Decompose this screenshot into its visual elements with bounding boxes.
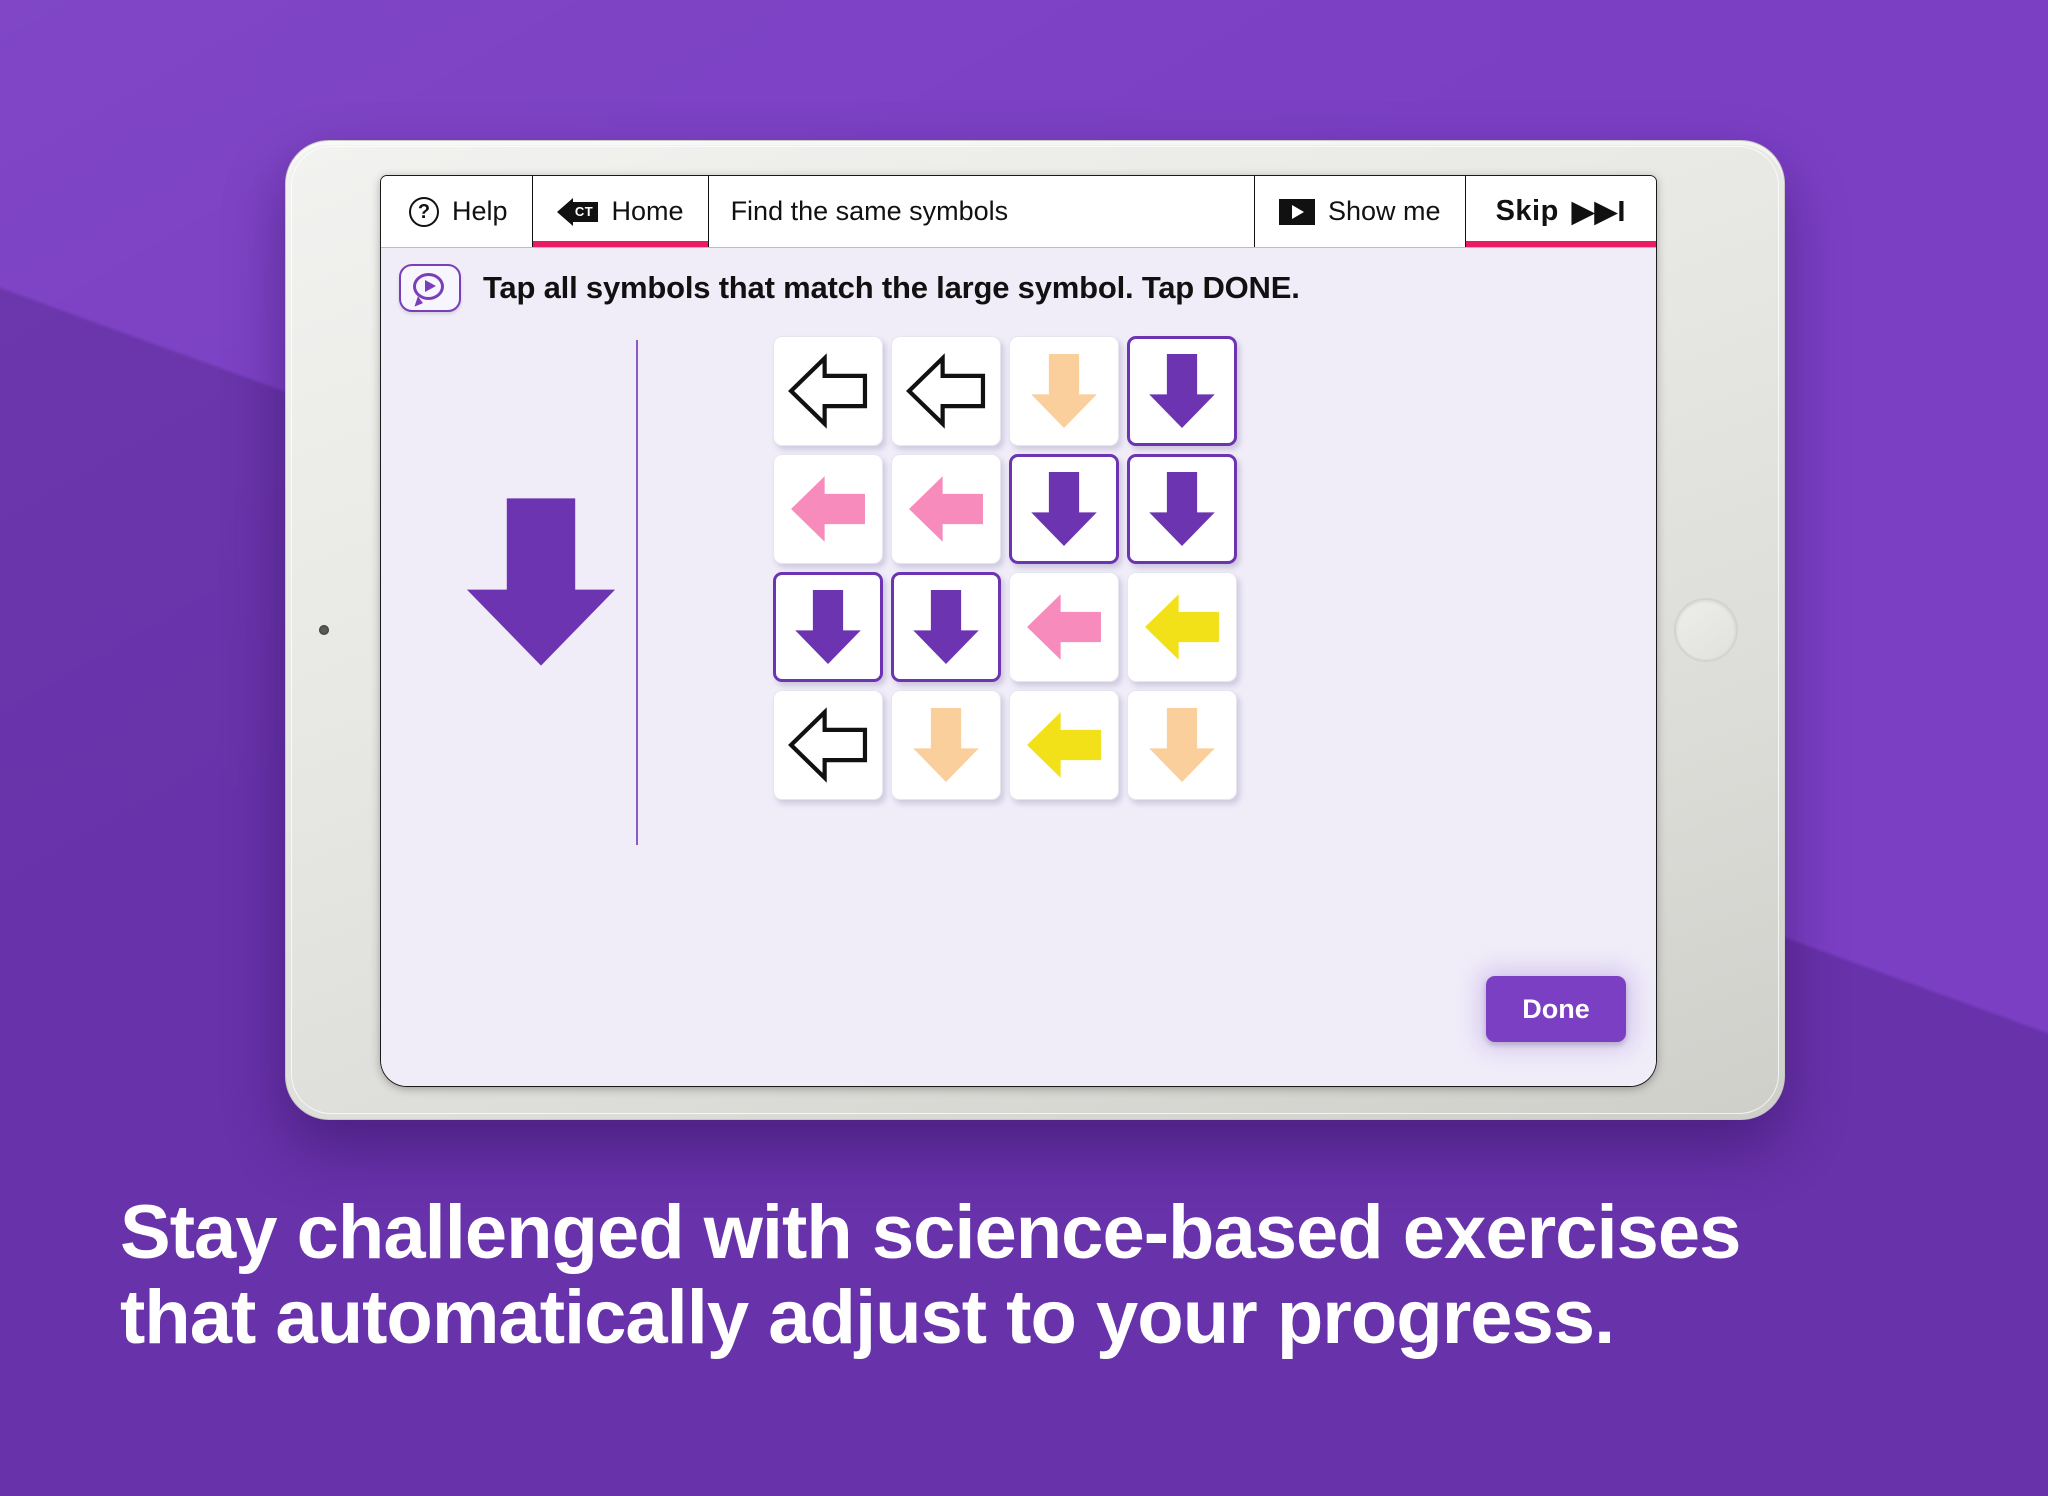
play-icon [1279, 198, 1316, 225]
arrow-left-icon [906, 353, 986, 429]
exercise-stage: Tap all symbols that match the large sym… [381, 248, 1656, 1086]
work-area: Done [381, 322, 1656, 1082]
symbol-tile[interactable] [1009, 572, 1119, 682]
exercise-title-text: Find the same symbols [730, 196, 1009, 226]
arrow-down-icon [1149, 354, 1215, 428]
app-toolbar: ? Help CT Home Find the same symbols Sho… [381, 176, 1656, 248]
symbol-tile[interactable] [1127, 454, 1237, 564]
symbol-tile[interactable] [773, 690, 883, 800]
arrow-down-icon [913, 590, 979, 664]
marketing-caption: Stay challenged with science-based exerc… [120, 1190, 1950, 1360]
toolbar-skip-button[interactable]: Skip ▶▶I [1465, 176, 1656, 247]
speech-bubble-play-icon[interactable] [399, 264, 461, 312]
arrow-down-icon [1031, 354, 1097, 428]
arrow-down-icon [913, 708, 979, 782]
symbol-tile[interactable] [891, 454, 1001, 564]
instruction-text: Tap all symbols that match the large sym… [483, 270, 1300, 305]
target-symbol [441, 452, 641, 712]
tablet-home-button[interactable] [1674, 598, 1738, 662]
arrow-down-icon [1031, 472, 1097, 546]
toolbar-exercise-title: Find the same symbols [709, 176, 1256, 247]
ct-back-arrow-icon: CT [556, 197, 599, 226]
arrow-left-icon [1027, 712, 1101, 778]
question-circle-icon: ? [409, 196, 439, 227]
skip-forward-icon: ▶▶I [1571, 196, 1626, 228]
done-button[interactable]: Done [1486, 976, 1626, 1042]
symbol-tile[interactable] [773, 572, 883, 682]
symbol-tile[interactable] [773, 454, 883, 564]
symbol-tile[interactable] [891, 690, 1001, 800]
instruction-bar: Tap all symbols that match the large sym… [381, 248, 1656, 322]
tablet-screen: ? Help CT Home Find the same symbols Sho… [381, 176, 1656, 1086]
toolbar-skip-label: Skip [1495, 195, 1559, 227]
caption-line-1: Stay challenged with science-based exerc… [120, 1190, 1741, 1275]
arrow-down-icon [795, 590, 861, 664]
symbol-tile[interactable] [773, 336, 883, 446]
symbol-tile[interactable] [891, 572, 1001, 682]
arrow-down-icon [1149, 472, 1215, 546]
toolbar-show-me-label: Show me [1328, 196, 1441, 226]
toolbar-show-me-button[interactable]: Show me [1255, 176, 1466, 247]
symbol-grid [773, 336, 1243, 800]
toolbar-help-button[interactable]: ? Help [381, 176, 533, 247]
arrow-left-icon [1027, 594, 1101, 660]
symbol-tile[interactable] [1127, 572, 1237, 682]
arrow-down-icon [1149, 708, 1215, 782]
symbol-tile[interactable] [1009, 690, 1119, 800]
tablet-device: ? Help CT Home Find the same symbols Sho… [285, 140, 1785, 1120]
arrow-left-icon [791, 476, 865, 542]
symbol-tile[interactable] [891, 336, 1001, 446]
symbol-tile[interactable] [1127, 336, 1237, 446]
symbol-tile[interactable] [1127, 690, 1237, 800]
arrow-left-icon [909, 476, 983, 542]
toolbar-home-button[interactable]: CT Home [532, 176, 709, 247]
arrow-left-icon [1145, 594, 1219, 660]
arrow-left-icon [788, 707, 868, 783]
arrow-left-icon [788, 353, 868, 429]
symbol-tile[interactable] [1009, 336, 1119, 446]
toolbar-help-label: Help [452, 196, 508, 226]
symbol-tile[interactable] [1009, 454, 1119, 564]
toolbar-home-label: Home [611, 196, 684, 226]
camera-dot-icon [319, 625, 329, 635]
caption-line-2: that automatically adjust to your progre… [120, 1275, 1615, 1361]
